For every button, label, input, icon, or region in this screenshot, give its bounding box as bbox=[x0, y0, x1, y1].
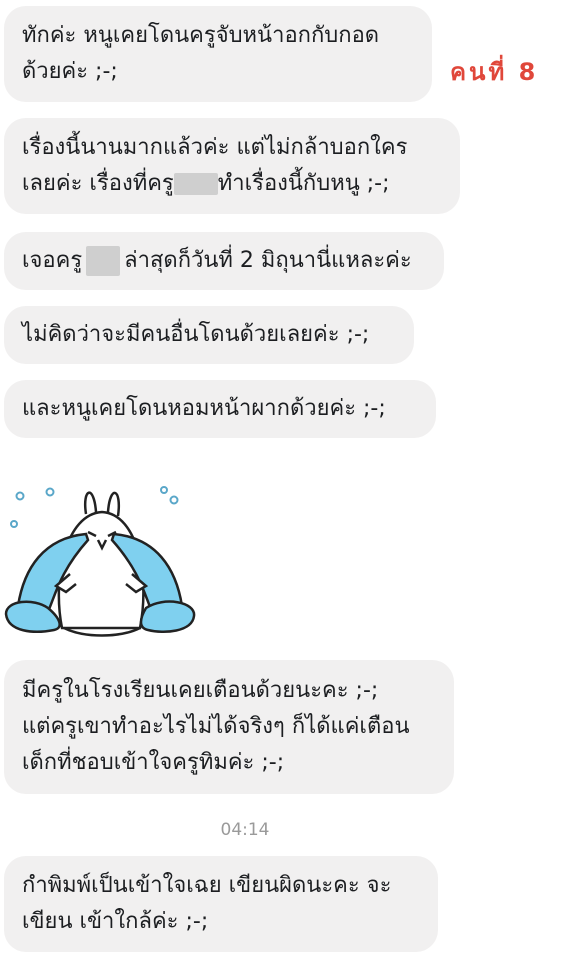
censored-name-blur bbox=[86, 246, 121, 276]
message-text: ทักค่ะ หนูเคยโดนครูจับหน้าอกกับกอด bbox=[22, 23, 380, 48]
message-text: ทำเรื่องนี้กับหนู ;-; bbox=[217, 171, 390, 196]
message-bubble[interactable]: ทักค่ะ หนูเคยโดนครูจับหน้าอกกับกอด ด้วยค… bbox=[4, 6, 432, 102]
message-text: ล่าสุดก็วันที่ 2 มิถุนานี่แหละค่ะ bbox=[124, 248, 412, 273]
message-bubble[interactable]: กำพิมพ์เป็นเข้าใจเฉย เขียนผิดนะคะ จะ เขี… bbox=[4, 856, 438, 952]
message-text: ด้วยค่ะ ;-; bbox=[22, 59, 118, 84]
message-text: ไม่คิดว่าจะมีคนอื่นโดนด้วยเลยค่ะ ;-; bbox=[22, 322, 370, 347]
message-text: และหนูเคยโดนหอมหน้าผากด้วยค่ะ ;-; bbox=[22, 396, 386, 421]
censored-name-blur bbox=[173, 173, 218, 195]
message-text: เรื่องนี้นานมากแล้วค่ะ แต่ไม่กล้าบอกใคร bbox=[22, 135, 408, 160]
message-bubble[interactable]: มีครูในโรงเรียนเคยเตือนด้วยนะคะ ;-; แต่ค… bbox=[4, 660, 454, 794]
message-text: เจอครู bbox=[22, 248, 83, 273]
message-text: มีครูในโรงเรียนเคยเตือนด้วยนะคะ ;-; bbox=[22, 678, 379, 703]
message-text: เลยค่ะ เรื่องที่ครู bbox=[22, 171, 174, 196]
message-bubble[interactable]: ไม่คิดว่าจะมีคนอื่นโดนด้วยเลยค่ะ ;-; bbox=[4, 306, 414, 364]
message-bubble[interactable]: และหนูเคยโดนหอมหน้าผากด้วยค่ะ ;-; bbox=[4, 380, 436, 438]
person-number-label: คนที่ 8 bbox=[450, 58, 539, 86]
message-text: เด็กที่ชอบเข้าใจครูทิมค่ะ ;-; bbox=[22, 750, 285, 775]
message-text: กำพิมพ์เป็นเข้าใจเฉย เขียนผิดนะคะ จะ bbox=[22, 873, 392, 898]
message-bubble[interactable]: เรื่องนี้นานมากแล้วค่ะ แต่ไม่กล้าบอกใคร … bbox=[4, 118, 460, 214]
message-text: เขียน เข้าใกล้ค่ะ ;-; bbox=[22, 909, 209, 934]
message-text: แต่ครูเขาทำอะไรไม่ได้จริงๆ ก็ได้แค่เตือน bbox=[22, 714, 410, 739]
crying-rabbit-sticker-icon[interactable] bbox=[4, 478, 196, 648]
message-bubble[interactable]: เจอครู ล่าสุดก็วันที่ 2 มิถุนานี่แหละค่ะ bbox=[4, 232, 444, 290]
message-timestamp: 04:14 bbox=[220, 820, 270, 840]
